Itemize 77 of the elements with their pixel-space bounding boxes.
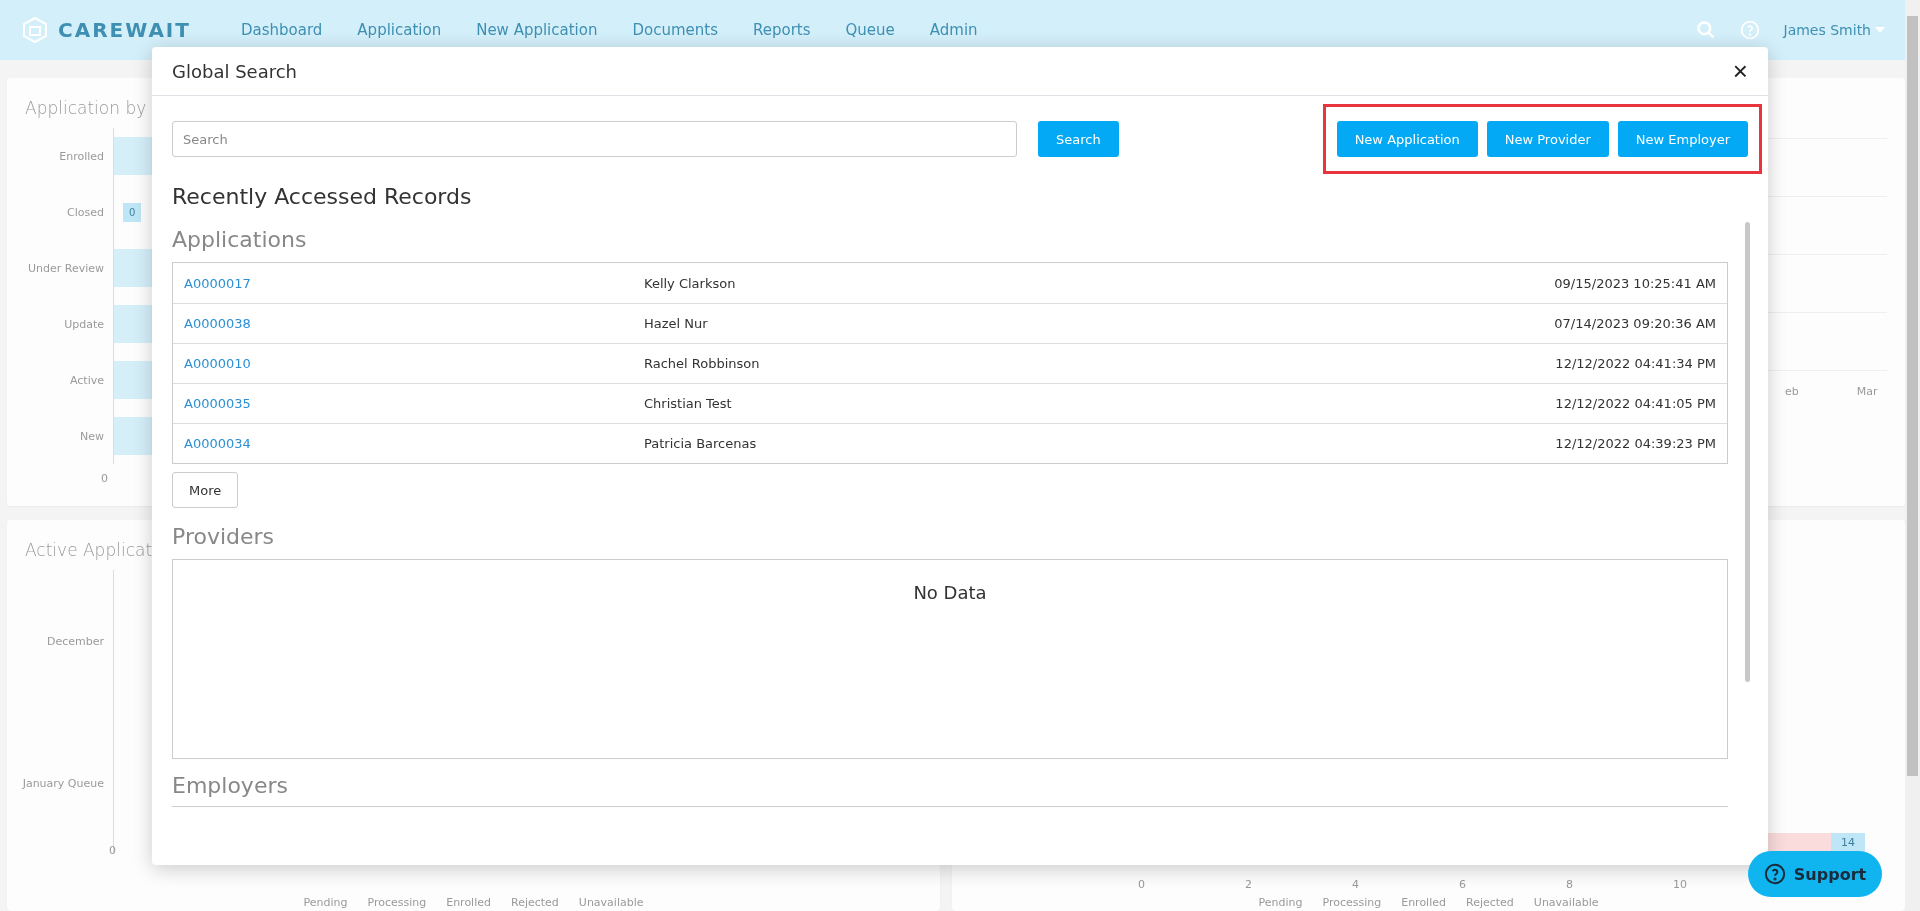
legend-item: Pending	[303, 896, 348, 909]
user-menu[interactable]: James Smith	[1783, 22, 1885, 38]
axis-tick: 0	[101, 472, 108, 485]
action-button[interactable]: New Application	[1336, 121, 1478, 157]
table-cell: 07/14/2023 09:20:36 AM	[1554, 316, 1716, 331]
help-icon	[1763, 863, 1786, 885]
brand-name: CAREWAIT	[58, 18, 191, 42]
support-button[interactable]: Support	[1748, 851, 1882, 897]
nav-link[interactable]: Dashboard	[240, 21, 323, 39]
search-icon[interactable]	[1695, 20, 1716, 40]
legend-item: Processing	[1322, 896, 1382, 909]
empty-message: No Data	[913, 582, 987, 605]
section-heading: Recently Accessed Records	[172, 184, 473, 209]
legend-item: Unavailable	[578, 896, 644, 909]
table-cell: 12/12/2022 04:41:34 PM	[1555, 356, 1716, 371]
axis-tick: 4	[1352, 878, 1359, 891]
bar-value: 0	[123, 202, 142, 222]
axis-label: Closed	[66, 205, 104, 219]
help-icon	[1739, 20, 1760, 40]
axis-tick: 2	[1245, 878, 1252, 891]
record-link[interactable]: A0000017	[184, 275, 251, 291]
axis-tick: 8	[1566, 878, 1573, 891]
axis-tick: eb	[1785, 385, 1799, 398]
record-link[interactable]: A0000038	[184, 316, 251, 331]
nav-link[interactable]: Documents	[632, 21, 718, 39]
section-heading: Providers	[172, 524, 276, 549]
legend-item: Rejected	[511, 896, 559, 909]
table-cell-text: Rachel Robbinson	[644, 356, 761, 371]
scrollbar[interactable]	[1745, 222, 1750, 682]
nav-link[interactable]: Admin	[929, 21, 978, 39]
legend-item: Unavailable	[1533, 896, 1599, 909]
axis-tick: 6	[1459, 878, 1466, 891]
close-button[interactable]: ×	[1732, 58, 1748, 84]
card-title: Application by	[25, 98, 148, 118]
record-link[interactable]: A0000035	[184, 396, 251, 411]
section-heading: Employers	[172, 773, 289, 798]
legend-item: Enrolled	[1401, 896, 1446, 909]
table-cell-text: Patricia Barcenas	[644, 436, 758, 451]
axis-label: Under Review	[26, 261, 104, 275]
table-cell: 12/12/2022 04:41:05 PM	[1555, 396, 1716, 411]
legend-item: Processing	[367, 896, 427, 909]
nav-link[interactable]: Application	[357, 21, 442, 39]
nav-link[interactable]: Reports	[753, 21, 811, 39]
axis-label: January Queue	[21, 776, 104, 790]
legend-item: Pending	[1258, 896, 1303, 909]
axis-tick: 0	[109, 844, 116, 857]
table-cell: 12/12/2022 04:39:23 PM	[1555, 436, 1716, 451]
logo-icon	[20, 15, 50, 45]
table-cell: 09/15/2023 10:25:41 AM	[1554, 275, 1716, 291]
card-title: Active Applicat	[25, 540, 154, 560]
dialog-title: Global Search	[172, 60, 297, 82]
section-heading: Applications	[172, 227, 308, 252]
axis-tick: 10	[1673, 878, 1687, 891]
axis-label: New	[79, 429, 104, 443]
nav-link[interactable]: New Application	[476, 21, 598, 39]
record-link[interactable]: A0000010	[184, 356, 251, 371]
axis-tick: Mar	[1856, 385, 1878, 398]
axis-label: Update	[63, 317, 104, 331]
action-button[interactable]: New Employer	[1617, 121, 1748, 157]
bar-value: 14	[1831, 833, 1865, 853]
table-cell-text: Kelly Clarkson	[644, 275, 737, 291]
search-field[interactable]: Search	[172, 121, 1017, 157]
table-cell-text: Hazel Nur	[644, 316, 709, 331]
table-cell-text: Christian Test	[644, 396, 733, 411]
scrollbar[interactable]	[1905, 0, 1920, 911]
axis-label: December	[45, 634, 104, 648]
record-link[interactable]: A0000034	[184, 436, 251, 451]
axis-tick: 0	[1138, 878, 1145, 891]
action-button[interactable]: New Provider	[1486, 121, 1609, 157]
axis-label: Active	[68, 373, 104, 387]
legend-item: Enrolled	[446, 896, 491, 909]
axis-label: Enrolled	[58, 149, 104, 163]
caret-icon	[1875, 27, 1885, 33]
nav-link[interactable]: Queue	[845, 21, 895, 39]
search-button[interactable]: Search	[1038, 121, 1119, 157]
legend-item: Rejected	[1466, 896, 1514, 909]
more-button[interactable]: More	[172, 472, 239, 508]
